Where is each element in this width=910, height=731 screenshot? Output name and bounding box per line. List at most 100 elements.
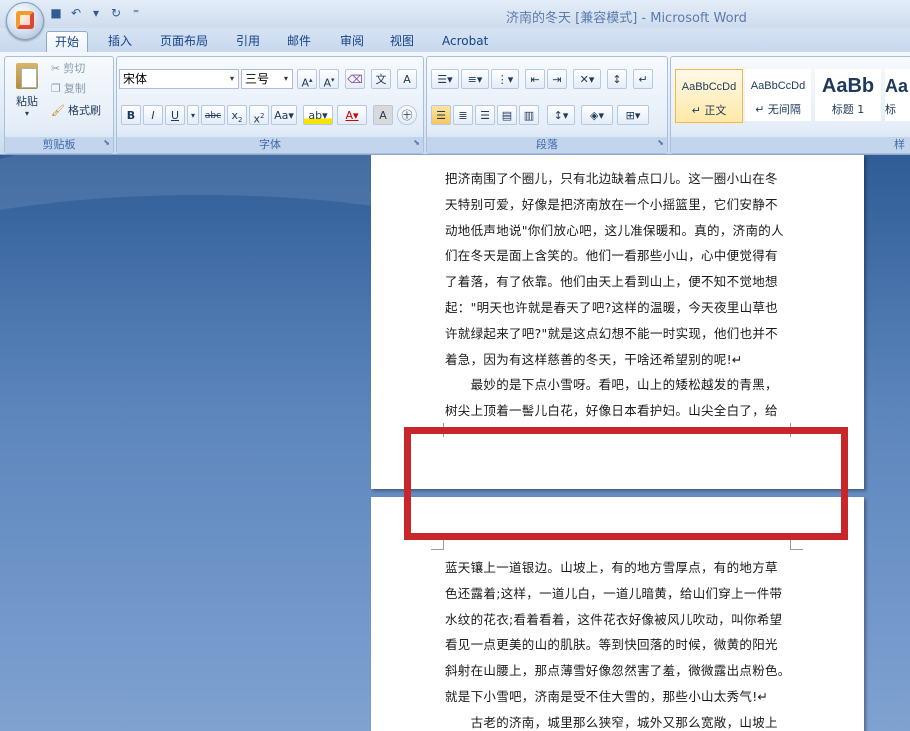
decrease-indent-icon[interactable]: ⇤ (525, 69, 545, 89)
tab-view[interactable]: 视图 (382, 31, 422, 52)
text-line[interactable]: 蓝天镶上一道银边。山坡上，有的地方雪厚点，有的地方草 (445, 555, 790, 581)
shading-icon[interactable]: ◈▾ (581, 105, 613, 125)
window-title: 济南的冬天 [兼容模式] - Microsoft Word (506, 11, 747, 26)
text-line[interactable]: 起："明天也许就是春天了吧?这样的温暖，今天夜里山草也 (445, 295, 790, 321)
ribbon: 粘贴 ▾ ✂ 剪切 ❐ 复制 🖌 格式刷 剪贴板 ⬊ 宋体 ▾ 三号 ▾ A▴ (0, 52, 910, 155)
show-marks-icon[interactable]: ↵ (633, 69, 653, 89)
title-bar: ■ ↶ ▾ ↻ ⁼ 济南的冬天 [兼容模式] - Microsoft Word (0, 0, 910, 40)
customize-toolbar-icon[interactable]: ⁼ (128, 5, 144, 21)
page-2-text[interactable]: 蓝天镶上一道银边。山坡上，有的地方雪厚点，有的地方草 色还露着;这样，一道儿白，一… (445, 555, 790, 731)
text-line[interactable]: 天特别可爱，好像是把济南放在一个小摇篮里，它们安静不 (445, 192, 790, 218)
chevron-down-icon[interactable]: ▾ (226, 70, 238, 88)
dialog-launcher-icon[interactable]: ⬊ (103, 135, 110, 151)
font-name-value: 宋体 (123, 72, 148, 86)
grow-font-icon[interactable]: A▴ (297, 69, 317, 90)
shrink-font-icon[interactable]: A▾ (319, 69, 339, 90)
save-icon[interactable]: ■ (48, 5, 64, 21)
style-heading-1[interactable]: AaBb 标题 1 (815, 69, 881, 121)
tab-review[interactable]: 审阅 (332, 31, 372, 52)
text-line[interactable]: 动地低声地说"你们放心吧，这儿准保暖和。真的，济南的人 (445, 218, 790, 244)
tab-references[interactable]: 引用 (228, 31, 268, 52)
text-line[interactable]: 们在冬天是面上含笑的。他们一看那些小山，心中便觉得有 (445, 243, 790, 269)
numbering-icon[interactable]: ≡▾ (461, 69, 489, 89)
quick-access-toolbar: ■ ↶ ▾ ↻ ⁼ (48, 5, 144, 21)
scissors-icon: ✂ (51, 62, 61, 75)
font-size-combo[interactable]: 三号 ▾ (241, 69, 293, 89)
chevron-down-icon[interactable]: ▾ (280, 70, 292, 88)
text-line[interactable]: 着急，因为有这样慈善的冬天，干啥还希望别的呢!↵ (445, 347, 790, 373)
copy-label: 复制 (63, 82, 86, 95)
clipboard-icon (16, 63, 38, 89)
underline-icon[interactable]: U (165, 105, 185, 125)
sort-icon[interactable]: ↕ (607, 69, 627, 89)
style-name: ↵ 正文 (691, 104, 727, 117)
style-normal[interactable]: AaBbCcDd ↵ 正文 (675, 69, 743, 123)
cut-label: 剪切 (63, 62, 86, 75)
tab-home[interactable]: 开始 (46, 31, 89, 53)
dialog-launcher-icon[interactable]: ⬊ (657, 135, 664, 151)
redo-icon[interactable]: ↻ (108, 5, 124, 21)
font-color-icon[interactable]: A▾ (337, 105, 367, 125)
style-heading-2[interactable]: Aa 标 (885, 69, 910, 121)
undo-icon[interactable]: ↶ (68, 5, 84, 21)
char-shading-icon[interactable]: A (373, 105, 393, 125)
distributed-icon[interactable]: ▥ (519, 105, 539, 125)
text-line[interactable]: 水纹的花衣;看着看着，这件花衣好像被风儿吹动，叫你希望 (445, 607, 790, 633)
strikethrough-icon[interactable]: abc (201, 105, 225, 125)
format-painter-button[interactable]: 🖌 格式刷 (51, 101, 101, 121)
text-line[interactable]: 斜射在山腰上，那点薄雪好像忽然害了羞，微微露出点粉色。 (445, 658, 790, 684)
bullets-icon[interactable]: ☰▾ (431, 69, 459, 89)
superscript-icon[interactable]: x2 (249, 105, 269, 126)
paste-button[interactable]: 粘贴 ▾ (9, 61, 45, 121)
enclose-char-icon[interactable]: ㊉ (397, 105, 417, 125)
highlight-icon[interactable]: ab▾ (303, 105, 333, 125)
text-line[interactable]: 许就绿起来了吧?"就是这点幻想不能一时实现，他们也并不 (445, 321, 790, 347)
text-line[interactable]: 把济南围了个圈儿，只有北边缺着点口儿。这一圈小山在冬 (445, 166, 790, 192)
change-case-icon[interactable]: Aa▾ (271, 105, 297, 125)
line-spacing-icon[interactable]: ↕▾ (547, 105, 575, 125)
paragraph-group: ☰▾ ≡▾ ⋮▾ ⇤ ⇥ ✕▾ ↕ ↵ ☰ ≣ ☰ ▤ ▥ ↕▾ ◈▾ ⊞▾ 段… (426, 56, 668, 154)
page-1-text[interactable]: 把济南围了个圈儿，只有北边缺着点口儿。这一圈小山在冬 天特别可爱，好像是把济南放在… (445, 166, 790, 424)
style-no-spacing[interactable]: AaBbCcDd ↵ 无间隔 (745, 69, 811, 121)
align-center-icon[interactable]: ≣ (453, 105, 473, 125)
text-line[interactable]: 古老的济南，城里那么狭窄，城外又那么宽敞，山坡上 (445, 710, 790, 731)
italic-icon[interactable]: I (143, 105, 163, 125)
clear-format-icon[interactable]: ⌫ (345, 69, 365, 89)
justify-icon[interactable]: ▤ (497, 105, 517, 125)
bold-icon[interactable]: B (121, 105, 141, 125)
borders-icon[interactable]: ⊞▾ (617, 105, 649, 125)
tab-page-layout[interactable]: 页面布局 (152, 31, 216, 52)
tab-acrobat[interactable]: Acrobat (434, 31, 496, 52)
tab-insert[interactable]: 插入 (100, 31, 140, 52)
style-name: ↵ 无间隔 (755, 103, 801, 116)
align-left-icon[interactable]: ☰ (431, 105, 451, 125)
phonetic-guide-icon[interactable]: 文 (371, 69, 391, 89)
char-border-icon[interactable]: A (397, 69, 417, 89)
dialog-launcher-icon[interactable]: ⬊ (413, 135, 420, 151)
undo-dropdown-icon[interactable]: ▾ (88, 5, 104, 21)
clipboard-label-text: 剪贴板 (42, 138, 76, 151)
text-line[interactable]: 树尖上顶着一髻儿白花，好像日本看护妇。山尖全白了，给 (445, 398, 790, 424)
increase-indent-icon[interactable]: ⇥ (547, 69, 567, 89)
paste-label: 粘贴 (16, 95, 38, 108)
multilevel-list-icon[interactable]: ⋮▾ (491, 69, 519, 89)
subscript-icon[interactable]: x2 (227, 105, 247, 125)
font-name-combo[interactable]: 宋体 ▾ (119, 69, 239, 89)
text-line[interactable]: 了着落，有了依靠。他们由天上看到山上，便不知不觉地想 (445, 269, 790, 295)
text-line[interactable]: 就是下小雪吧，济南是受不住大雪的，那些小山太秀气!↵ (445, 684, 790, 710)
chinese-layout-icon[interactable]: ✕▾ (573, 69, 601, 89)
copy-button[interactable]: ❐ 复制 (51, 79, 86, 99)
text-line[interactable]: 色还露着;这样，一道儿白，一道儿暗黄，给山们穿上一件带 (445, 581, 790, 607)
align-right-icon[interactable]: ☰ (475, 105, 495, 125)
tab-mailings[interactable]: 邮件 (279, 31, 319, 52)
cut-button[interactable]: ✂ 剪切 (51, 59, 85, 79)
text-line[interactable]: 最妙的是下点小雪呀。看吧，山上的矮松越发的青黑， (445, 372, 790, 398)
styles-group: AaBbCcDd ↵ 正文 AaBbCcDd ↵ 无间隔 AaBb 标题 1 A… (670, 56, 910, 154)
style-sample: AaBbCcDd (681, 81, 737, 93)
office-button[interactable] (6, 2, 44, 40)
underline-dropdown-icon[interactable]: ▾ (187, 105, 199, 125)
highlight-annotation-box (404, 427, 848, 540)
style-sample: AaBbCcDd (750, 80, 806, 92)
style-sample: Aa (885, 76, 909, 96)
text-line[interactable]: 看见一点更美的山的肌肤。等到快回落的时候，微黄的阳光 (445, 632, 790, 658)
